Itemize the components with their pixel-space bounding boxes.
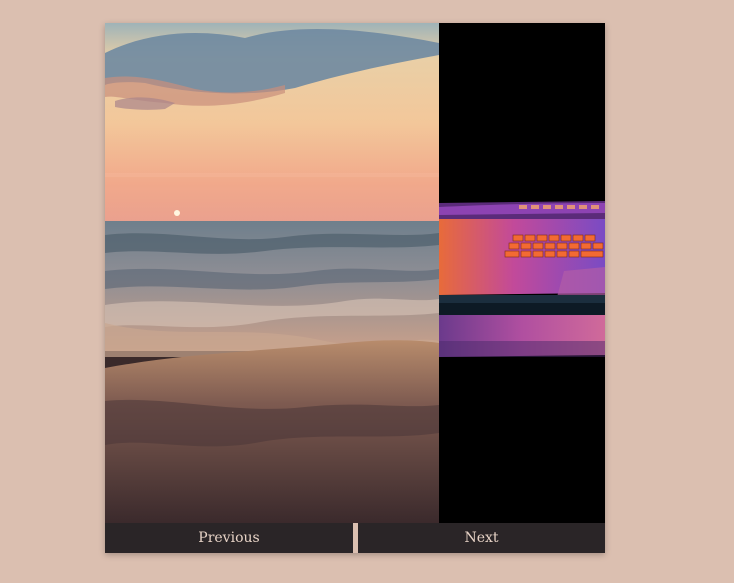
slide-laptop xyxy=(439,23,605,523)
laptop-keyboard-image xyxy=(439,23,605,523)
carousel-controls: Previous Next xyxy=(105,523,605,553)
next-button[interactable]: Next xyxy=(358,523,605,553)
beach-sunset-image xyxy=(105,23,439,523)
previous-button[interactable]: Previous xyxy=(105,523,353,553)
carousel-viewport xyxy=(105,23,605,523)
slide-beach-sunset xyxy=(105,23,439,523)
image-carousel: Previous Next xyxy=(105,23,605,553)
